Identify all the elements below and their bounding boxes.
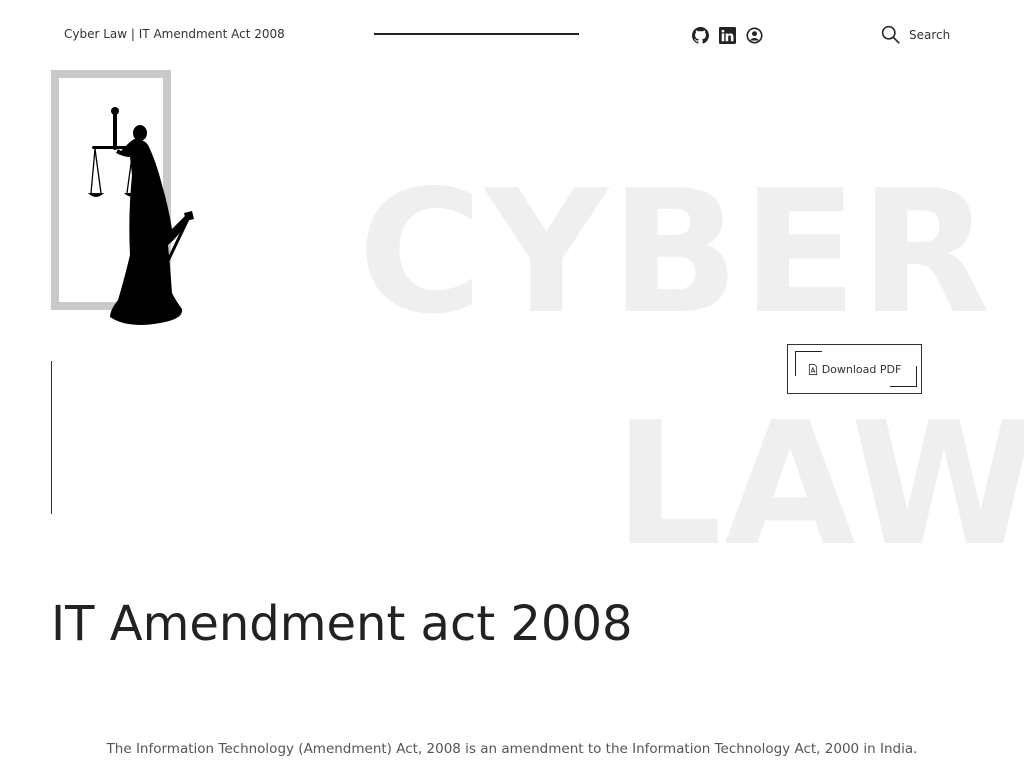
user-circle-icon[interactable] xyxy=(746,27,763,44)
social-links xyxy=(692,27,763,44)
lady-justice-logo xyxy=(88,107,194,325)
vertical-divider xyxy=(51,361,52,514)
page-title: IT Amendment act 2008 xyxy=(51,596,633,652)
search-button[interactable]: Search xyxy=(880,24,950,45)
linkedin-icon[interactable] xyxy=(719,27,736,44)
nav-underline xyxy=(374,33,579,35)
download-pdf-button[interactable]: Download PDF xyxy=(787,344,922,394)
github-icon[interactable] xyxy=(692,27,709,44)
hero-word-cyber: CYBER xyxy=(358,154,993,352)
button-corner-decoration xyxy=(890,366,917,387)
button-corner-decoration xyxy=(795,351,822,376)
search-label: Search xyxy=(909,27,951,42)
page: Cyber Law | IT Amendment Act 2008 Search… xyxy=(0,0,1024,768)
hero-word-law: LAW xyxy=(614,386,1024,584)
intro-paragraph: The Information Technology (Amendment) A… xyxy=(106,741,918,757)
site-title-link[interactable]: Cyber Law | IT Amendment Act 2008 xyxy=(64,27,285,41)
search-icon xyxy=(880,24,901,45)
